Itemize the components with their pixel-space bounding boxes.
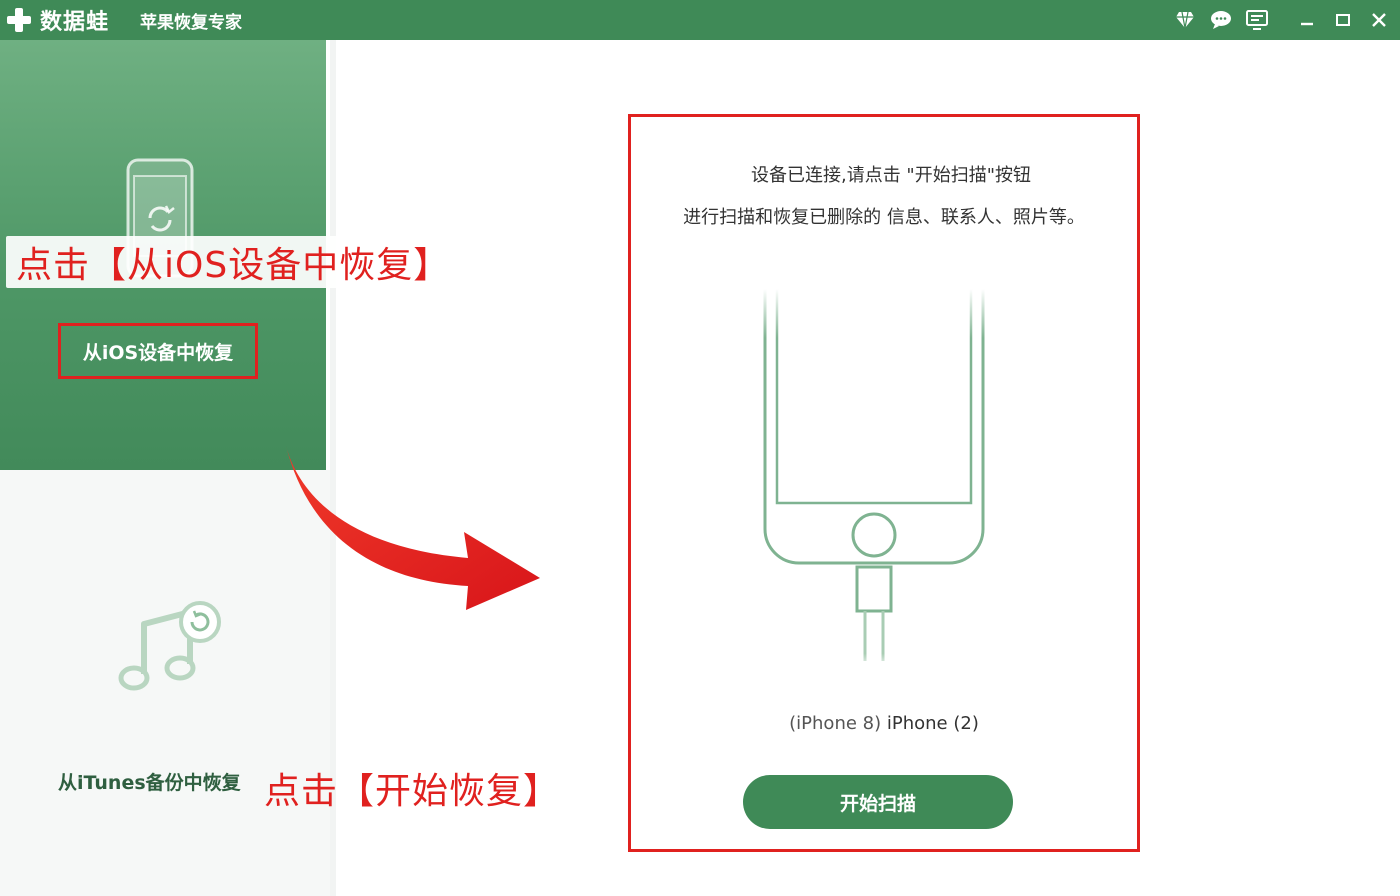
diamond-icon[interactable] <box>1174 9 1196 31</box>
annotation-ios-hint-text: 点击【从iOS设备中恢复】 <box>16 245 451 286</box>
device-model: (iPhone 8) <box>789 713 882 734</box>
app-logo: 数据蛙 <box>6 6 110 35</box>
device-name: (iPhone 8) iPhone (2) <box>631 713 1137 734</box>
product-name: 苹果恢复专家 <box>140 13 242 33</box>
connected-phone-illustration <box>759 289 989 669</box>
minimize-icon[interactable] <box>1296 9 1318 31</box>
annotation-scan-hint-text: 点击【开始恢复】 <box>264 771 561 812</box>
ios-restore-label: 从iOS设备中恢复 <box>82 341 234 364</box>
device-label: iPhone (2) <box>886 713 979 734</box>
red-arrow-icon <box>286 446 540 610</box>
annotation-ios-hint: 点击【从iOS设备中恢复】 <box>6 236 458 288</box>
ios-restore-highlight: 从iOS设备中恢复 <box>58 323 258 379</box>
maximize-icon[interactable] <box>1332 9 1354 31</box>
screen-icon[interactable] <box>1246 9 1268 31</box>
close-icon[interactable] <box>1368 9 1390 31</box>
title-bar-controls <box>1174 8 1390 32</box>
cross-logo-icon <box>6 7 32 33</box>
brand-name: 数据蛙 <box>40 10 110 35</box>
instruction-line-1: 设备已连接,请点击 "开始扫描"按钮 <box>750 165 1031 186</box>
annotation-scan-hint: 点击【开始恢复】 <box>264 760 560 816</box>
music-restore-icon <box>118 601 221 691</box>
itunes-restore-label: 从iTunes备份中恢复 <box>58 772 241 794</box>
title-bar: 数据蛙 苹果恢复专家 <box>0 0 1400 40</box>
instruction-line-2: 进行扫描和恢复已删除的 信息、联系人、照片等。 <box>683 207 1085 228</box>
sidebar-item-itunes-restore[interactable]: 从iTunes备份中恢复 <box>0 470 330 896</box>
start-scan-button[interactable]: 开始扫描 <box>743 775 1013 829</box>
chat-icon[interactable] <box>1210 9 1232 31</box>
scan-panel: 设备已连接,请点击 "开始扫描"按钮 进行扫描和恢复已删除的 信息、联系人、照片… <box>628 114 1140 852</box>
